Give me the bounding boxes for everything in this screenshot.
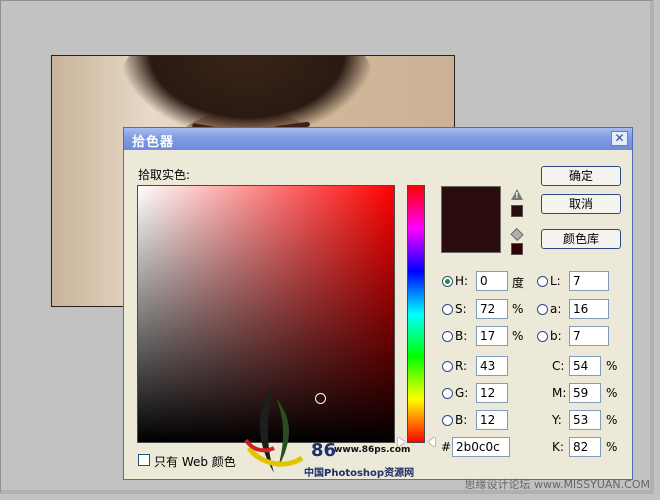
warning-exclamation: ! bbox=[515, 191, 519, 200]
red-label: R: bbox=[455, 359, 468, 373]
radio-green[interactable] bbox=[442, 388, 453, 399]
hex-input[interactable]: 2b0c0c bbox=[452, 437, 510, 457]
lightness-input[interactable]: 7 bbox=[569, 271, 609, 291]
a-input[interactable]: 16 bbox=[569, 299, 609, 319]
radio-blue[interactable] bbox=[442, 415, 453, 426]
a-label: a: bbox=[550, 302, 562, 316]
cyan-input[interactable]: 54 bbox=[569, 356, 601, 376]
cube-icon[interactable] bbox=[510, 227, 524, 242]
hex-label: # bbox=[441, 440, 452, 454]
b-lab-label: b: bbox=[550, 329, 562, 343]
color-field-cursor[interactable] bbox=[315, 393, 326, 404]
radio-red[interactable] bbox=[442, 361, 453, 372]
radio-brightness[interactable] bbox=[442, 331, 453, 342]
web-only-checkbox[interactable] bbox=[138, 454, 150, 466]
hue-slider[interactable] bbox=[407, 185, 425, 443]
black-input[interactable]: 82 bbox=[569, 437, 601, 457]
green-input[interactable]: 12 bbox=[476, 383, 508, 403]
brightness-label: B: bbox=[455, 329, 468, 343]
cyan-unit: % bbox=[606, 359, 618, 373]
black-unit: % bbox=[606, 440, 618, 454]
ok-button[interactable]: 确定 bbox=[541, 166, 621, 186]
gamut-warning-swatch[interactable] bbox=[511, 205, 523, 217]
title-bar[interactable]: 拾色器 ✕ bbox=[124, 128, 632, 150]
yellow-unit: % bbox=[606, 413, 618, 427]
radio-lightness[interactable] bbox=[537, 276, 548, 287]
hue-input[interactable]: 0 bbox=[476, 271, 508, 291]
radio-saturation[interactable] bbox=[442, 304, 453, 315]
cyan-label: C: bbox=[552, 359, 565, 373]
current-color-swatch bbox=[441, 186, 501, 253]
close-icon: ✕ bbox=[614, 131, 625, 145]
green-label: G: bbox=[455, 386, 469, 400]
cancel-button[interactable]: 取消 bbox=[541, 194, 621, 214]
yellow-input[interactable]: 53 bbox=[569, 410, 601, 430]
hue-unit: 度 bbox=[512, 276, 525, 290]
web-only-label: 只有 Web 颜色 bbox=[154, 455, 236, 469]
b-lab-input[interactable]: 7 bbox=[569, 326, 609, 346]
dialog-title: 拾色器 bbox=[132, 135, 175, 150]
color-libraries-button[interactable]: 颜色库 bbox=[541, 229, 621, 249]
magenta-label: M: bbox=[552, 386, 567, 400]
blue-input[interactable]: 12 bbox=[476, 410, 508, 430]
saturation-input[interactable]: 72 bbox=[476, 299, 508, 319]
red-input[interactable]: 43 bbox=[476, 356, 508, 376]
radio-hue[interactable] bbox=[442, 276, 453, 287]
black-label: K: bbox=[552, 440, 564, 454]
watermark-url: www.86ps.com bbox=[334, 445, 411, 455]
saturation-label: S: bbox=[455, 302, 467, 316]
magenta-input[interactable]: 59 bbox=[569, 383, 601, 403]
web-safe-swatch[interactable] bbox=[511, 243, 523, 255]
bottom-watermark: 思缘设计论坛 www.MISSYUAN.COM bbox=[464, 478, 650, 491]
watermark-logo-number: 86 bbox=[311, 440, 337, 461]
brightness-unit: % bbox=[512, 329, 524, 343]
brightness-input[interactable]: 17 bbox=[476, 326, 508, 346]
yellow-label: Y: bbox=[552, 413, 562, 427]
radio-b-lab[interactable] bbox=[537, 331, 548, 342]
pick-solid-color-label: 拾取实色: bbox=[138, 168, 191, 182]
hair bbox=[122, 56, 372, 136]
watermark-logo-icon bbox=[244, 383, 304, 473]
close-button[interactable]: ✕ bbox=[611, 131, 628, 146]
radio-a[interactable] bbox=[537, 304, 548, 315]
magenta-unit: % bbox=[606, 386, 618, 400]
hue-slider-right-arrow-icon[interactable] bbox=[428, 437, 435, 447]
lightness-label: L: bbox=[550, 274, 561, 288]
blue-label: B: bbox=[455, 413, 468, 427]
color-picker-dialog: 拾色器 ✕ 拾取实色: ! 确定 取消 颜色库 H: 0 度 S: 72 % B… bbox=[123, 127, 633, 480]
watermark-site-name: 中国Photoshop资源网 bbox=[304, 468, 415, 479]
saturation-unit: % bbox=[512, 302, 524, 316]
hue-label: H: bbox=[455, 274, 469, 288]
